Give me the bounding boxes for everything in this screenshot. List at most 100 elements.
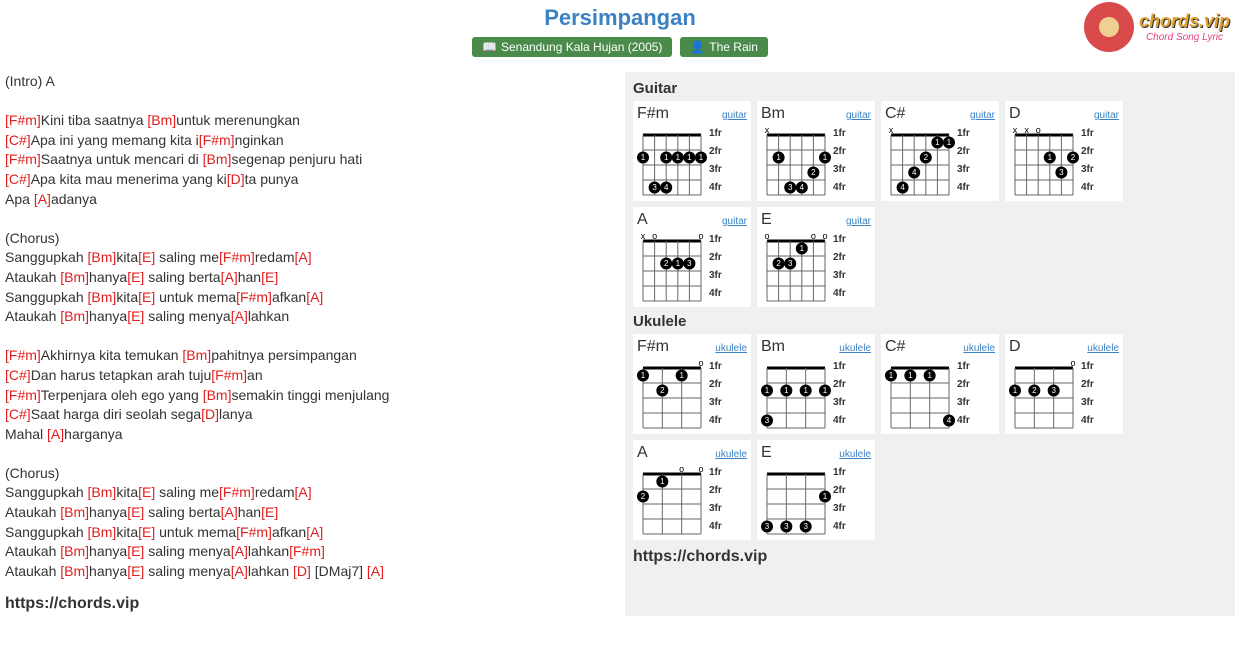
chord-marker[interactable]: [Bm] — [203, 151, 232, 167]
artist-badge[interactable]: 👤The Rain — [680, 37, 768, 57]
chord-marker[interactable]: [C#] — [5, 171, 31, 187]
chord-marker[interactable]: [F#m] — [5, 112, 41, 128]
chord-instrument-link[interactable]: guitar — [722, 216, 747, 227]
chord-marker[interactable]: [A] — [47, 426, 64, 442]
svg-text:o: o — [764, 231, 769, 241]
fret-labels: 1fr2fr3fr4fr — [833, 231, 846, 303]
chord-instrument-link[interactable]: ukulele — [839, 343, 871, 354]
chord-marker[interactable]: [E] — [127, 543, 144, 559]
svg-text:1: 1 — [1013, 386, 1018, 395]
chord-marker[interactable]: [A] — [231, 543, 248, 559]
svg-text:4: 4 — [800, 183, 805, 192]
lyric-line: Ataukah [Bm]hanya[E] saling berta[A]han[… — [5, 268, 615, 288]
chord-marker[interactable]: [A] — [231, 563, 248, 579]
fretboard: xoo213 — [637, 231, 707, 303]
chord-marker[interactable]: [E] — [138, 524, 155, 540]
chord-instrument-link[interactable]: ukulele — [715, 449, 747, 460]
chord-marker[interactable]: [F#m] — [5, 387, 41, 403]
chord-marker[interactable]: [F#m] — [236, 524, 272, 540]
chord-diagram: Eukulele33311fr2fr3fr4fr — [757, 440, 875, 540]
chord-instrument-link[interactable]: guitar — [846, 216, 871, 227]
chord-marker[interactable]: [E] — [261, 504, 278, 520]
chord-marker[interactable]: [Bm] — [60, 269, 89, 285]
chord-marker[interactable]: [Bm] — [182, 347, 211, 363]
svg-text:1: 1 — [687, 153, 692, 162]
chord-marker[interactable]: [E] — [127, 504, 144, 520]
chord-marker[interactable]: [F#m] — [199, 132, 235, 148]
chord-marker[interactable]: [E] — [261, 269, 278, 285]
chord-marker[interactable]: [A] — [295, 484, 312, 500]
chord-marker[interactable]: [D] — [227, 171, 245, 187]
svg-text:3: 3 — [784, 522, 789, 531]
svg-text:3: 3 — [1051, 386, 1056, 395]
lyric-line: [C#]Apa ini yang memang kita i[F#m]ngink… — [5, 131, 615, 151]
fret-labels: 1fr2fr3fr4fr — [1081, 125, 1094, 197]
chord-instrument-link[interactable]: ukulele — [715, 343, 747, 354]
chord-instrument-link[interactable]: ukulele — [839, 449, 871, 460]
fret-labels: 1fr2fr3fr4fr — [833, 464, 846, 536]
chord-marker[interactable]: [F#m] — [236, 289, 272, 305]
chord-row: F#mguitar11111341fr2fr3fr4frBmguitarx112… — [633, 101, 1227, 307]
album-badge[interactable]: 📖Senandung Kala Hujan (2005) — [472, 37, 672, 57]
chord-marker[interactable]: [A] — [221, 504, 238, 520]
lyric-line — [5, 209, 615, 229]
diagrams-footer-link[interactable]: https://chords.vip — [633, 548, 1227, 566]
chord-marker[interactable]: [Bm] — [60, 543, 89, 559]
chord-marker[interactable]: [Bm] — [88, 289, 117, 305]
chord-marker[interactable]: [A] — [306, 524, 323, 540]
svg-text:1: 1 — [927, 371, 932, 380]
chord-marker[interactable]: [F#m] — [5, 347, 41, 363]
chord-marker[interactable]: [F#m] — [5, 151, 41, 167]
svg-text:o: o — [698, 231, 703, 241]
fretboard: 1114 — [885, 358, 955, 430]
svg-text:1: 1 — [823, 386, 828, 395]
lyric-line: Sanggupkah [Bm]kita[E] untuk mema[F#m]af… — [5, 523, 615, 543]
chord-marker[interactable]: [A] — [295, 249, 312, 265]
svg-text:x: x — [889, 125, 894, 135]
chord-marker[interactable]: [D] — [201, 406, 219, 422]
chord-instrument-link[interactable]: guitar — [1094, 110, 1119, 121]
chord-instrument-link[interactable]: ukulele — [1087, 343, 1119, 354]
chord-marker[interactable]: [A] — [231, 308, 248, 324]
chord-marker[interactable]: [E] — [127, 269, 144, 285]
chord-marker[interactable]: [F#m] — [219, 249, 255, 265]
svg-text:3: 3 — [788, 183, 793, 192]
chord-marker[interactable]: [C#] — [5, 132, 31, 148]
chord-marker[interactable]: [Bm] — [60, 504, 89, 520]
chord-instrument-link[interactable]: ukulele — [963, 343, 995, 354]
chord-marker[interactable]: [E] — [138, 249, 155, 265]
chord-instrument-link[interactable]: guitar — [970, 110, 995, 121]
chord-marker[interactable]: [A] — [367, 563, 384, 579]
chord-marker[interactable]: [Bm] — [88, 249, 117, 265]
chord-marker[interactable]: [E] — [138, 484, 155, 500]
chord-instrument-link[interactable]: guitar — [722, 110, 747, 121]
chord-marker[interactable]: [Bm] — [88, 524, 117, 540]
chord-marker[interactable]: [D] — [293, 563, 311, 579]
chord-instrument-link[interactable]: guitar — [846, 110, 871, 121]
chord-marker[interactable]: [F#m] — [289, 543, 325, 559]
chord-marker[interactable]: [Bm] — [60, 563, 89, 579]
chord-marker[interactable]: [C#] — [5, 406, 31, 422]
lyrics-footer-link[interactable]: https://chords.vip — [5, 593, 615, 615]
chord-marker[interactable]: [F#m] — [211, 367, 247, 383]
chord-marker[interactable]: [Bm] — [88, 484, 117, 500]
fretboard: o123 — [1009, 358, 1079, 430]
chord-marker[interactable]: [F#m] — [219, 484, 255, 500]
chord-marker[interactable]: [Bm] — [147, 112, 176, 128]
chord-marker[interactable]: [C#] — [5, 367, 31, 383]
svg-text:4: 4 — [947, 416, 952, 425]
chord-diagram: Bmukulele111131fr2fr3fr4fr — [757, 334, 875, 434]
chord-marker[interactable]: [A] — [34, 191, 51, 207]
chord-marker[interactable]: [Bm] — [60, 308, 89, 324]
chord-marker[interactable]: [E] — [127, 563, 144, 579]
site-logo[interactable]: chords.vip Chord Song Lyric — [1084, 2, 1230, 52]
chord-marker[interactable]: [E] — [127, 308, 144, 324]
song-title: Persimpangan — [0, 5, 1240, 31]
chord-marker[interactable]: [E] — [138, 289, 155, 305]
lyric-line: Ataukah [Bm]hanya[E] saling menya[A]lahk… — [5, 307, 615, 327]
fret-labels: 1fr2fr3fr4fr — [1081, 358, 1094, 430]
chord-marker[interactable]: [A] — [306, 289, 323, 305]
chord-marker[interactable]: [A] — [221, 269, 238, 285]
svg-text:3: 3 — [687, 259, 692, 268]
chord-marker[interactable]: [Bm] — [203, 387, 232, 403]
